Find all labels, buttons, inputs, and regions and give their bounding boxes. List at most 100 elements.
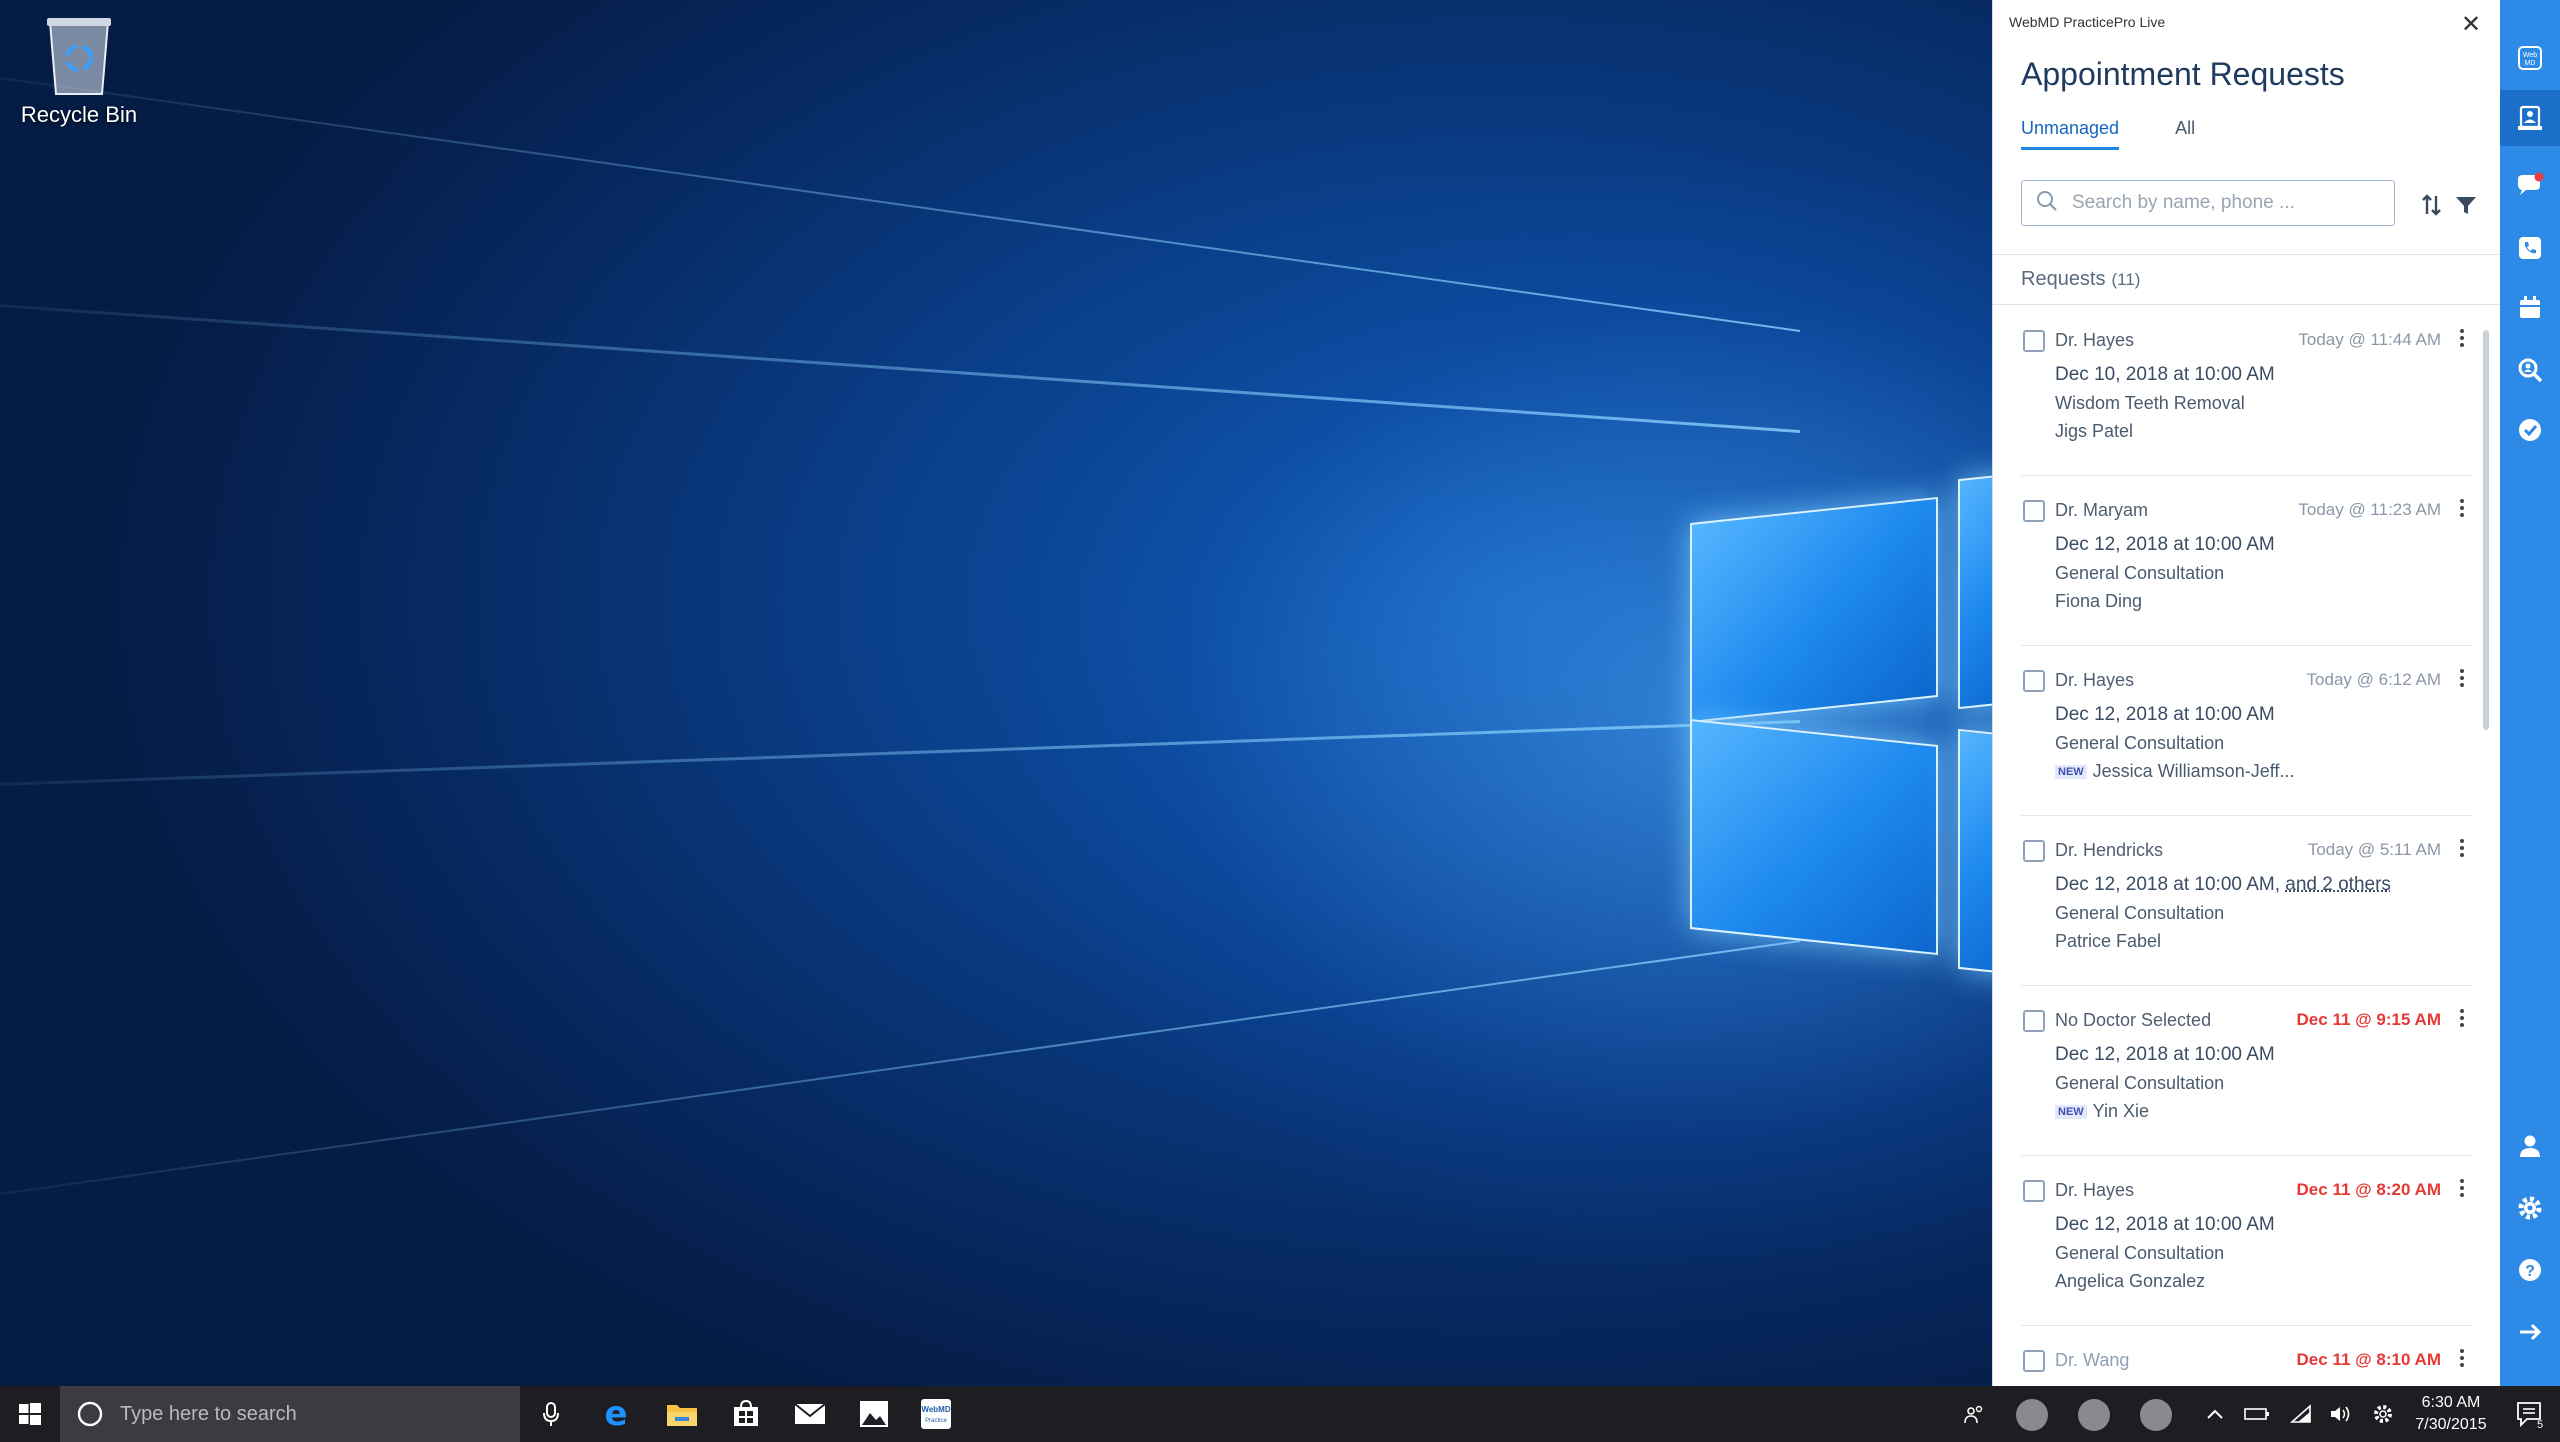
notification-count: 5 xyxy=(2537,1419,2543,1429)
new-badge: NEW xyxy=(2055,765,2087,779)
more-options-icon[interactable] xyxy=(2455,1006,2469,1030)
request-date-text: Dec 12, 2018 at 10:00 AM xyxy=(2055,1044,2275,1065)
divider xyxy=(1993,304,2500,305)
taskbar-avatar[interactable] xyxy=(2016,1399,2048,1431)
logo-pane xyxy=(1690,718,1938,956)
request-item[interactable]: Dr. Wang Dec 11 @ 8:10 AM xyxy=(2021,1326,2473,1386)
user-icon[interactable] xyxy=(2500,1118,2560,1174)
microphone-icon[interactable] xyxy=(540,1400,562,1428)
request-checkbox[interactable] xyxy=(2023,330,2045,352)
request-patient-name: Angelica Gonzalez xyxy=(2055,1271,2206,1291)
request-service: General Consultation xyxy=(2055,1243,2225,1263)
help-icon[interactable]: ? xyxy=(2500,1242,2560,1298)
taskbar-search[interactable]: Type here to search xyxy=(60,1386,559,1442)
taskbar-avatar[interactable] xyxy=(2140,1399,2172,1431)
recycle-bin-shortcut[interactable]: Recycle Bin xyxy=(14,14,144,128)
sort-icon[interactable] xyxy=(2419,192,2445,218)
request-checkbox[interactable] xyxy=(2023,670,2045,692)
request-time: Dec 11 @ 9:15 AM xyxy=(2296,1010,2441,1029)
request-checkbox[interactable] xyxy=(2023,1180,2045,1202)
recycle-bin-label: Recycle Bin xyxy=(20,102,138,127)
request-patient-name: Fiona Ding xyxy=(2055,591,2143,611)
request-service: General Consultation xyxy=(2055,903,2225,923)
search-patient-icon[interactable] xyxy=(2500,342,2560,398)
request-date-others[interactable]: and 2 others xyxy=(2285,874,2391,895)
request-doctor: Dr. Wang xyxy=(2055,1350,2130,1370)
scrollbar[interactable] xyxy=(2483,330,2489,730)
close-icon[interactable]: ✕ xyxy=(2458,12,2484,38)
request-checkbox[interactable] xyxy=(2023,840,2045,862)
request-date: Dec 12, 2018 at 10:00 AM xyxy=(2055,534,2275,556)
exit-icon[interactable] xyxy=(2500,1304,2560,1360)
light-beam xyxy=(0,940,1801,1221)
more-options-icon[interactable] xyxy=(2455,1346,2469,1370)
chat-icon[interactable] xyxy=(2500,158,2560,214)
request-item[interactable]: Dr. Maryam Today @ 11:23 AM Dec 12, 2018 a… xyxy=(2021,476,2473,646)
people-icon[interactable] xyxy=(1956,1386,1992,1442)
request-time: Today @ 11:23 AM xyxy=(2298,500,2441,519)
settings-tray-icon[interactable] xyxy=(2366,1386,2400,1442)
request-checkbox[interactable] xyxy=(2023,1350,2045,1372)
cortana-icon xyxy=(77,1401,103,1427)
app-rail: Web MD ? xyxy=(2500,0,2560,1386)
windows-icon xyxy=(19,1403,41,1425)
desktop: Recycle Bin xyxy=(0,0,1992,1386)
calendar-icon[interactable] xyxy=(2500,280,2560,336)
more-options-icon[interactable] xyxy=(2455,326,2469,350)
store-icon[interactable] xyxy=(728,1396,764,1432)
taskbar-avatar[interactable] xyxy=(2078,1399,2110,1431)
more-options-icon[interactable] xyxy=(2455,666,2469,690)
more-options-icon[interactable] xyxy=(2455,1176,2469,1200)
chevron-up-icon[interactable] xyxy=(2200,1386,2230,1442)
request-date: Dec 12, 2018 at 10:00 AM, and 2 others xyxy=(2055,874,2391,896)
request-item[interactable]: Dr. Hayes Dec 11 @ 8:20 AM Dec 12, 2018 at… xyxy=(2021,1156,2473,1326)
settings-icon[interactable] xyxy=(2500,1180,2560,1236)
clock-time: 6:30 AM xyxy=(2421,1394,2481,1411)
webmd-taskbar-icon[interactable]: WebMD Practice xyxy=(918,1396,954,1432)
more-options-icon[interactable] xyxy=(2455,496,2469,520)
taskbar-clock[interactable]: 6:30 AM 7/30/2015 xyxy=(2396,1392,2506,1436)
new-badge: NEW xyxy=(2055,1105,2087,1119)
phone-icon[interactable] xyxy=(2500,220,2560,276)
request-checkbox[interactable] xyxy=(2023,1010,2045,1032)
wifi-icon[interactable] xyxy=(2284,1386,2318,1442)
webmd-logo-icon[interactable]: Web MD xyxy=(2500,30,2560,86)
taskbar-search-placeholder: Type here to search xyxy=(120,1402,297,1425)
request-doctor: Dr. Hayes xyxy=(2055,330,2135,350)
notification-center-icon[interactable]: 5 xyxy=(2508,1386,2552,1442)
request-doctor: Dr. Hendricks xyxy=(2055,840,2164,860)
request-item[interactable]: Dr. Hayes Today @ 11:44 AM Dec 10, 2018 at… xyxy=(2021,306,2473,476)
light-beam xyxy=(0,51,1801,332)
request-item[interactable]: Dr. Hayes Today @ 6:12 AM Dec 12, 2018 at … xyxy=(2021,646,2473,816)
request-patient: NEW Jessica Williamson-Jeff... xyxy=(2055,761,2294,782)
tab-unmanaged[interactable]: Unmanaged xyxy=(2021,118,2120,150)
light-beam xyxy=(0,720,1801,793)
start-button[interactable] xyxy=(0,1386,60,1442)
request-date: Dec 12, 2018 at 10:00 AM xyxy=(2055,1214,2275,1236)
request-item[interactable]: No Doctor Selected Dec 11 @ 9:15 AM Dec 12… xyxy=(2021,986,2473,1156)
requests-header: Requests (11) xyxy=(2021,268,2140,291)
more-options-icon[interactable] xyxy=(2455,836,2469,860)
check-icon[interactable] xyxy=(2500,402,2560,458)
request-time: Dec 11 @ 8:20 AM xyxy=(2296,1180,2441,1199)
request-doctor: Dr. Hayes xyxy=(2055,1180,2135,1200)
clock-date: 7/30/2015 xyxy=(2415,1416,2487,1433)
logo-pane xyxy=(1958,728,1992,976)
mail-icon[interactable] xyxy=(792,1396,828,1432)
photos-icon[interactable] xyxy=(856,1396,892,1432)
file-explorer-icon[interactable] xyxy=(664,1396,700,1432)
volume-icon[interactable] xyxy=(2324,1386,2358,1442)
edge-browser-icon[interactable]: e xyxy=(598,1396,634,1432)
request-checkbox[interactable] xyxy=(2023,500,2045,522)
appointment-requests-icon[interactable] xyxy=(2500,90,2560,146)
search-box xyxy=(2021,180,2395,226)
request-date: Dec 12, 2018 at 10:00 AM xyxy=(2055,704,2275,726)
request-patient: Jigs Patel xyxy=(2055,421,2133,442)
search-input[interactable] xyxy=(2072,192,2362,214)
filter-icon[interactable] xyxy=(2453,192,2479,218)
request-item[interactable]: Dr. Hendricks Today @ 5:11 AM Dec 12, 2018… xyxy=(2021,816,2473,986)
battery-icon[interactable] xyxy=(2240,1386,2274,1442)
tab-all[interactable]: All xyxy=(2175,118,2195,150)
request-service: General Consultation xyxy=(2055,733,2225,753)
request-time: Dec 11 @ 8:10 AM xyxy=(2296,1350,2441,1369)
